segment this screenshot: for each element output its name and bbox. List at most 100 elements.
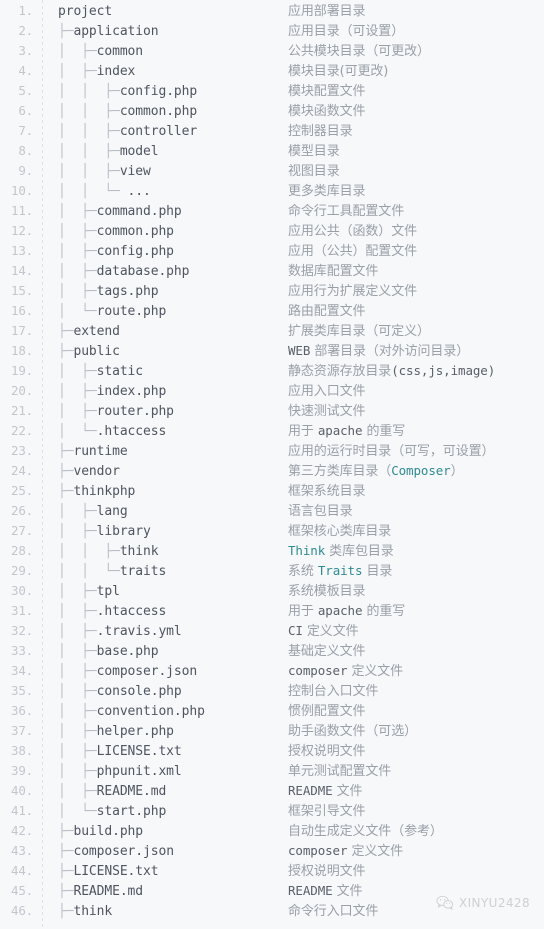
tree-path: │ ├─LICENSE.txt xyxy=(58,742,288,762)
line-number: 5. xyxy=(18,83,33,98)
line-number: 27. xyxy=(11,523,33,538)
tree-path: │ ├─index.php xyxy=(58,382,288,402)
description-text: 模块目录(可更改) xyxy=(288,64,389,79)
code-line: 42. ├─build.php 自动生成定义文件（参考） xyxy=(0,821,544,841)
tree-glyph: │ ├─ xyxy=(58,44,97,59)
line-number: 14. xyxy=(11,263,33,278)
tree-name: index xyxy=(96,64,136,79)
line-description: 应用的运行时目录（可写，可设置） xyxy=(288,442,544,462)
tree-path: │ ├─config.php xyxy=(58,242,288,262)
description-highlight: Composer xyxy=(391,463,451,478)
tree-glyph: │ ├─ xyxy=(58,724,97,739)
tree-name: index.php xyxy=(96,384,167,399)
line-description: 模块配置文件 xyxy=(288,82,544,102)
line-description: CI 定义文件 xyxy=(288,621,544,642)
line-number: 10. xyxy=(11,183,33,198)
code-line: 18. ├─public WEB 部署目录（对外访问目录） xyxy=(0,341,544,361)
line-description: 基础定义文件 xyxy=(288,642,544,662)
code-line: 3. │ ├─common 公共模块目录（可更改） xyxy=(0,41,544,61)
description-text: 模块函数文件 xyxy=(288,104,366,119)
tree-path: project xyxy=(58,2,288,22)
tree-name: lang xyxy=(96,504,128,519)
line-description: 应用目录（可设置） xyxy=(288,22,544,42)
description-code: composer xyxy=(288,663,348,678)
tree-glyph: │ │ └─ xyxy=(58,184,128,199)
tree-glyph: ├─ xyxy=(58,444,74,459)
tree-name: vendor xyxy=(73,464,120,479)
code-line: 26. │ ├─lang 语言包目录 xyxy=(0,501,544,521)
line-description: 公共模块目录（可更改） xyxy=(288,42,544,62)
code-line: 20. │ ├─index.php 应用入口文件 xyxy=(0,381,544,401)
line-number: 30. xyxy=(11,583,33,598)
tree-name: extend xyxy=(73,324,120,339)
tree-glyph: ├─ xyxy=(58,464,74,479)
tree-path: ├─think xyxy=(58,902,288,922)
description-text: 助手函数文件（可选） xyxy=(288,724,418,739)
line-description: 应用（公共）配置文件 xyxy=(288,242,544,262)
line-number: 37. xyxy=(11,723,33,738)
tree-glyph: │ ├─ xyxy=(58,404,97,419)
description-text: 应用（公共）配置文件 xyxy=(288,244,418,259)
tree-glyph: ├─ xyxy=(58,884,74,899)
tree-path: │ │ ├─model xyxy=(58,142,288,162)
tree-path: │ ├─database.php xyxy=(58,262,288,282)
code-line: 9. │ │ ├─view 视图目录 xyxy=(0,161,544,181)
line-description: 单元测试配置文件 xyxy=(288,762,544,782)
line-number: 1. xyxy=(18,3,33,18)
line-number: 23. xyxy=(11,443,33,458)
tree-glyph: ├─ xyxy=(58,24,74,39)
line-description: 用于 apache 的重写 xyxy=(288,601,544,622)
description-text: 授权说明文件 xyxy=(288,744,366,759)
line-description: 框架系统目录 xyxy=(288,482,544,502)
description-text: 扩展类库目录（可定义） xyxy=(288,324,430,339)
code-line: 5. │ │ ├─config.php 模块配置文件 xyxy=(0,81,544,101)
description-text: 应用行为扩展定义文件 xyxy=(288,284,418,299)
line-number: 16. xyxy=(11,303,33,318)
tree-path: ├─composer.json xyxy=(58,842,288,862)
code-line: 44. ├─LICENSE.txt 授权说明文件 xyxy=(0,861,544,881)
code-line: 4. │ ├─index 模块目录(可更改) xyxy=(0,61,544,81)
line-number: 13. xyxy=(11,243,33,258)
line-number: 19. xyxy=(11,363,33,378)
tree-name: tpl xyxy=(96,584,120,599)
tree-glyph: ├─ xyxy=(58,324,74,339)
tree-path: │ ├─lang xyxy=(58,502,288,522)
tree-name: .travis.yml xyxy=(96,624,182,639)
tree-name: ... xyxy=(127,184,151,199)
tree-name: runtime xyxy=(73,444,128,459)
code-line: 36. │ ├─convention.php 惯例配置文件 xyxy=(0,701,544,721)
line-number: 3. xyxy=(18,43,33,58)
tree-glyph: │ ├─ xyxy=(58,644,97,659)
description-text: 命令行入口文件 xyxy=(288,904,379,919)
line-number: 43. xyxy=(11,843,33,858)
tree-name: build.php xyxy=(73,824,144,839)
code-line: 41. │ └─start.php 框架引导文件 xyxy=(0,801,544,821)
description-text: ） xyxy=(450,464,464,479)
tree-path: │ ├─index xyxy=(58,62,288,82)
tree-glyph: │ │ └─ xyxy=(58,564,120,579)
line-number: 25. xyxy=(11,483,33,498)
tree-glyph: │ ├─ xyxy=(58,364,97,379)
description-text: 系统 xyxy=(288,564,318,579)
tree-glyph: │ │ ├─ xyxy=(58,164,120,179)
line-number: 32. xyxy=(11,623,33,638)
description-code: (css,js,image) xyxy=(391,363,496,378)
line-number: 18. xyxy=(11,343,33,358)
description-text: 应用公共（函数）文件 xyxy=(288,224,418,239)
tree-glyph: │ ├─ xyxy=(58,604,97,619)
tree-name: library xyxy=(96,524,151,539)
tree-path: │ └─route.php xyxy=(58,302,288,322)
description-code: WEB xyxy=(288,343,311,358)
description-text: 定义文件 xyxy=(347,844,404,859)
tree-path: │ ├─.htaccess xyxy=(58,602,288,622)
line-number: 34. xyxy=(11,663,33,678)
line-description: Think 类库包目录 xyxy=(288,541,544,562)
tree-glyph: │ ├─ xyxy=(58,764,97,779)
description-text: 更多类库目录 xyxy=(288,184,366,199)
code-line: 7. │ │ ├─controller 控制器目录 xyxy=(0,121,544,141)
tree-path: │ ├─tpl xyxy=(58,582,288,602)
code-line: 19. │ ├─static 静态资源存放目录(css,js,image) xyxy=(0,361,544,381)
code-listing-panel: 1. project 应用部署目录 2. ├─application 应用目录（可设置） 3… xyxy=(0,0,544,929)
line-description: 授权说明文件 xyxy=(288,862,544,882)
line-description: 应用公共（函数）文件 xyxy=(288,222,544,242)
